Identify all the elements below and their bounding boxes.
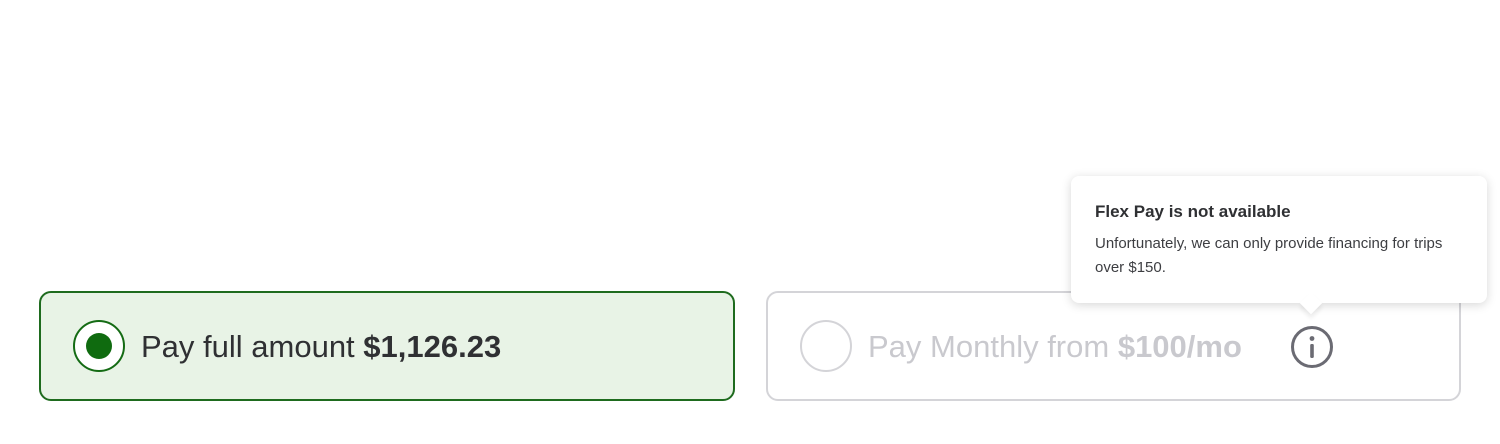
pay-full-label: Pay full amount $1,126.23 [141,327,501,367]
flex-pay-tooltip: Flex Pay is not available Unfortunately,… [1071,176,1487,315]
pay-full-option[interactable]: Pay full amount $1,126.23 [39,291,735,401]
info-icon[interactable] [1290,325,1334,369]
payment-option-selector: Pay full amount $1,126.23 Pay Monthly fr… [0,0,1500,444]
pay-full-radio[interactable] [73,320,125,372]
pay-full-text: Pay full amount [141,329,355,364]
tooltip-body: Unfortunately, we can only provide finan… [1095,235,1443,276]
pay-monthly-price: $100/mo [1117,329,1242,364]
pay-monthly-label: Pay Monthly from $100/mo [868,327,1242,367]
pay-monthly-radio [800,320,852,372]
tooltip-title: Flex Pay is not available [1095,202,1291,221]
pay-monthly-option: Pay Monthly from $100/mo [766,291,1461,401]
radio-selected-dot [86,333,112,359]
pay-full-price: $1,126.23 [363,329,502,364]
pay-monthly-text: Pay Monthly from [868,329,1110,364]
